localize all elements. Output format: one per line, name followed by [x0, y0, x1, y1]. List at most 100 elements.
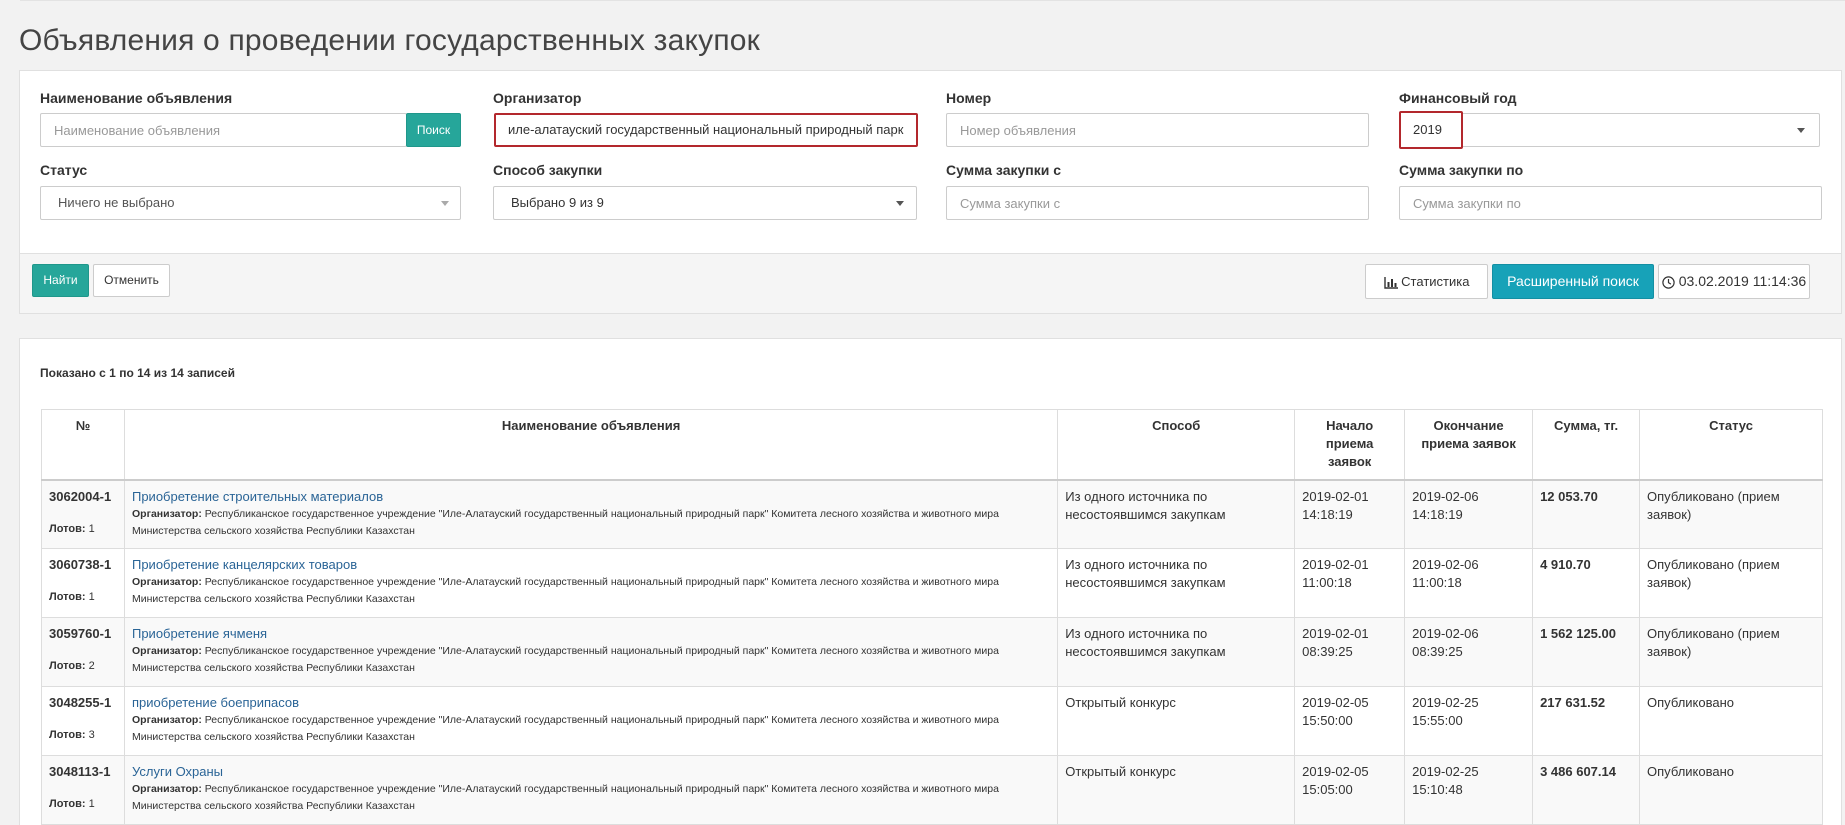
method-value: Выбрано 9 из 9 — [511, 195, 604, 210]
cell-method: Из одного источника по несостоявшимся за… — [1057, 617, 1296, 687]
datetime-value: 03.02.2019 11:14:36 — [1678, 273, 1807, 289]
col-status: Статус — [1639, 409, 1823, 481]
page-title: Объявления о проведении государственных … — [19, 24, 760, 57]
find-button[interactable]: Найти — [32, 264, 89, 297]
method-select[interactable]: Выбрано 9 из 9 — [493, 186, 917, 220]
clock-icon — [1662, 276, 1675, 289]
col-name: Наименование объявления — [123, 409, 1059, 481]
cell-end: 2019-02-06 08:39:25 — [1404, 617, 1534, 687]
results-info: Показано с 1 по 14 из 14 записей — [40, 366, 235, 380]
table-row[interactable]: 3048255-1 Лотов: 3 приобретение боеприпасо… — [41, 686, 1823, 756]
table-row[interactable]: 3059760-1 Лотов: 2 Приобретение ячменя Орга… — [41, 617, 1823, 687]
datetime-button[interactable]: 03.02.2019 11:14:36 — [1658, 264, 1810, 299]
cell-status: Опубликовано (прием заявок) — [1639, 479, 1823, 549]
table-row[interactable]: 3060738-1 Лотов: 1 Приобретение канцелярск… — [41, 548, 1823, 618]
sum-to-input[interactable] — [1399, 186, 1822, 220]
cell-start: 2019-02-05 15:50:00 — [1294, 686, 1406, 756]
cell-method: Открытый конкурс — [1057, 755, 1296, 825]
statistics-label: Статистика — [1401, 274, 1470, 289]
announcement-link[interactable]: Приобретение строительных материалов — [132, 489, 383, 504]
cell-num: 3062004-1 Лотов: 1 — [41, 479, 125, 549]
announcement-number: 3048113-1 — [49, 764, 111, 779]
sum-from-label: Сумма закупки с — [946, 162, 1062, 178]
organizer-text: Организатор: Республиканское государстве… — [131, 783, 999, 812]
cell-end: 2019-02-25 15:55:00 — [1404, 686, 1534, 756]
col-start: Начало приема заявок — [1294, 409, 1406, 481]
cell-start: 2019-02-01 11:00:18 — [1294, 548, 1406, 618]
organizer-text: Организатор: Республиканское государстве… — [131, 507, 999, 537]
method-label: Способ закупки — [493, 162, 603, 178]
search-button[interactable]: Поиск — [406, 113, 461, 147]
cell-name: Услуги Охраны Организатор: Республиканско… — [123, 755, 1059, 825]
cell-end: 2019-02-06 11:00:18 — [1404, 548, 1534, 618]
cell-num: 3048255-1 Лотов: 3 — [41, 686, 125, 756]
name-label: Наименование объявления — [40, 90, 233, 106]
status-value: Ничего не выбрано — [58, 195, 175, 210]
cell-end: 2019-02-25 15:10:48 — [1404, 755, 1534, 825]
cell-sum: 1 562 125.00 — [1532, 617, 1641, 687]
cell-sum: 12 053.70 — [1532, 479, 1641, 549]
status-label: Статус — [40, 162, 88, 178]
organizer-text: Организатор: Республиканское государстве… — [131, 645, 999, 674]
announcement-link[interactable]: Приобретение ячменя — [132, 626, 267, 641]
cell-num: 3059760-1 Лотов: 2 — [41, 617, 125, 687]
sum-from-input[interactable] — [946, 186, 1369, 220]
cell-sum: 4 910.70 — [1532, 548, 1641, 618]
cell-sum: 3 486 607.14 — [1532, 755, 1641, 825]
lots-count: Лотов: 2 — [49, 660, 95, 672]
lots-count: Лотов: 1 — [49, 798, 95, 810]
status-select[interactable]: Ничего не выбрано — [40, 186, 461, 220]
cell-num: 3048113-1 Лотов: 1 — [41, 755, 125, 825]
lots-count: Лотов: 1 — [49, 591, 95, 603]
organizer-text: Организатор: Республиканское государстве… — [131, 576, 999, 605]
cell-name: Приобретение ячменя Организатор: Республи… — [123, 617, 1059, 687]
announcement-link[interactable]: Услуги Охраны — [132, 764, 223, 779]
year-value[interactable]: 2019 — [1399, 111, 1463, 149]
cell-method: Из одного источника по несостоявшимся за… — [1057, 479, 1296, 549]
cell-name: Приобретение канцелярских товаров Организ… — [123, 548, 1059, 618]
organizer-input[interactable]: иле-алатауский государственный националь… — [494, 113, 918, 147]
cell-sum: 217 631.52 — [1532, 686, 1641, 756]
cell-status: Опубликовано (прием заявок) — [1639, 617, 1823, 687]
number-label: Номер — [946, 90, 992, 106]
col-num: № — [41, 409, 125, 481]
table-row[interactable]: 3048113-1 Лотов: 1 Услуги Охраны Организато… — [41, 755, 1823, 825]
filter-actions: Найти Отменить Статистика Расширенный по… — [20, 253, 1841, 313]
announcement-link[interactable]: Приобретение канцелярских товаров — [132, 557, 357, 572]
statistics-button[interactable]: Статистика — [1365, 264, 1488, 299]
cell-num: 3060738-1 Лотов: 1 — [41, 548, 125, 618]
lots-count: Лотов: 3 — [49, 729, 95, 741]
cell-name: Приобретение строительных материалов Орга… — [123, 479, 1059, 549]
announcement-number: 3048255-1 — [49, 695, 112, 710]
chevron-down-icon — [441, 201, 449, 206]
cell-end: 2019-02-06 14:18:19 — [1404, 479, 1534, 549]
chevron-down-icon — [1797, 128, 1805, 133]
cell-start: 2019-02-05 15:05:00 — [1294, 755, 1406, 825]
cell-status: Опубликовано (прием заявок) — [1639, 548, 1823, 618]
announcement-number: 3060738-1 — [49, 557, 112, 572]
number-input[interactable] — [946, 113, 1369, 147]
organizer-label: Организатор — [493, 90, 582, 106]
table-row[interactable]: 3062004-1 Лотов: 1 Приобретение строительн… — [41, 479, 1823, 549]
announcement-link[interactable]: приобретение боеприпасов — [132, 695, 299, 710]
name-input[interactable] — [40, 113, 407, 147]
cell-method: Открытый конкурс — [1057, 686, 1296, 756]
sum-to-label: Сумма закупки по — [1399, 162, 1524, 178]
cell-start: 2019-02-01 08:39:25 — [1294, 617, 1406, 687]
chevron-down-icon — [896, 201, 904, 206]
cell-status: Опубликовано — [1639, 755, 1823, 825]
top-divider — [20, 0, 1845, 1]
col-method: Способ — [1057, 409, 1296, 481]
cell-method: Из одного источника по несостоявшимся за… — [1057, 548, 1296, 618]
announcement-number: 3062004-1 — [49, 488, 112, 504]
results-table: № Наименование объявления Способ Начало … — [41, 409, 1823, 825]
col-end: Окончание приема заявок — [1404, 409, 1534, 481]
cell-status: Опубликовано — [1639, 686, 1823, 756]
cancel-button[interactable]: Отменить — [93, 264, 170, 297]
bar-chart-icon — [1383, 276, 1398, 289]
filter-panel: Наименование объявления Поиск Организато… — [19, 70, 1842, 314]
cell-start: 2019-02-01 14:18:19 — [1294, 479, 1406, 549]
results-panel: Показано с 1 по 14 из 14 записей № Наиме… — [19, 338, 1842, 825]
cell-name: приобретение боеприпасов Организатор: Рес… — [123, 686, 1059, 756]
advanced-search-button[interactable]: Расширенный поиск — [1492, 264, 1654, 299]
